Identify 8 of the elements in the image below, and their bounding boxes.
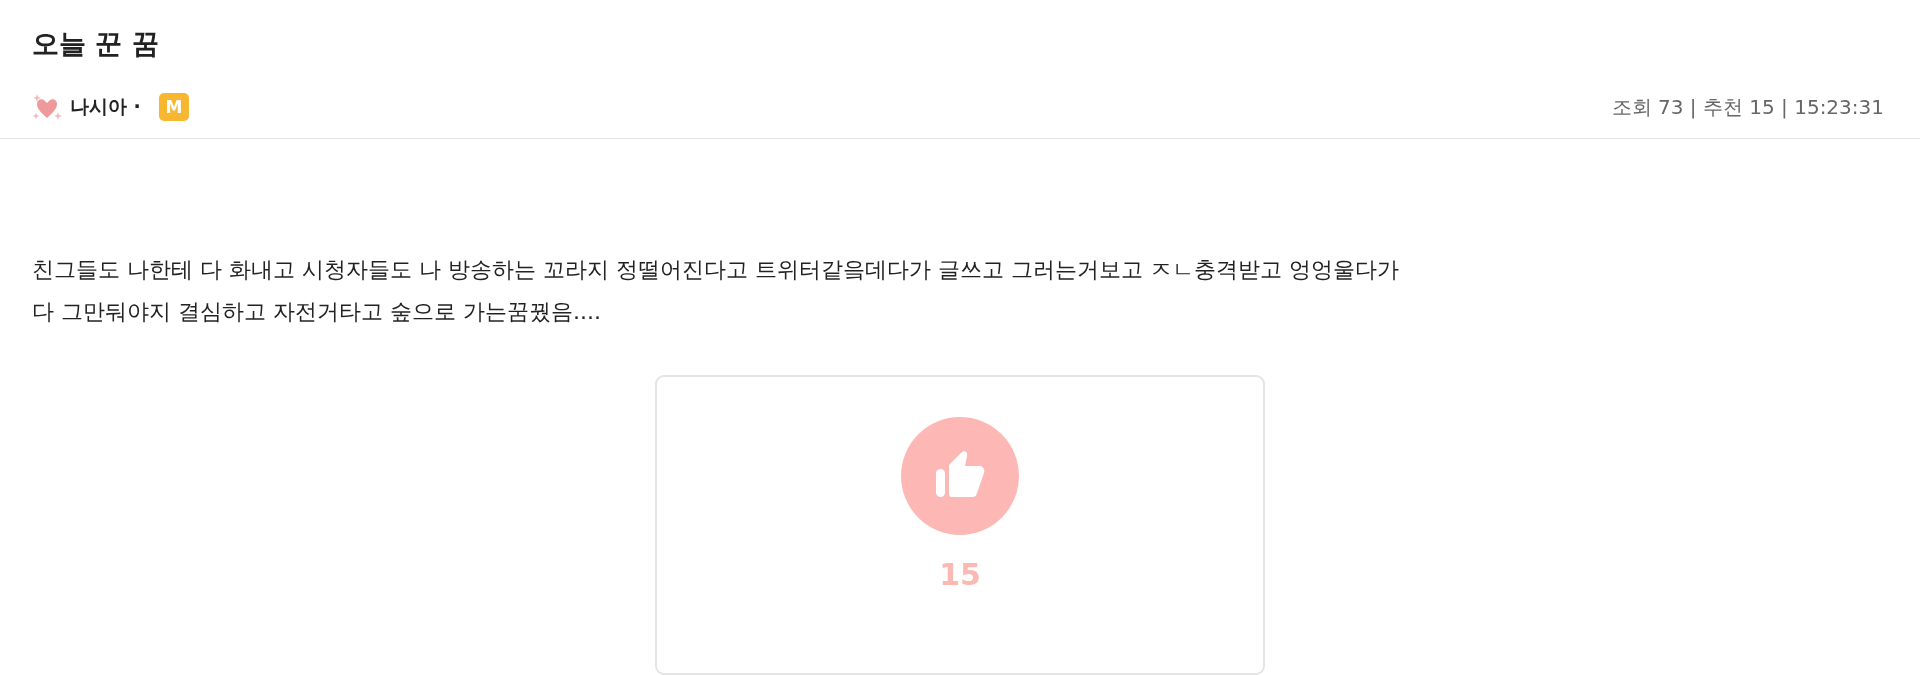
member-badge: M [158, 93, 189, 121]
post-text: 다 그만둬야지 결심하고 자전거타고 숲으로 가는꿈꿨음.... [32, 298, 602, 326]
recommend-count: 15 [939, 557, 981, 592]
heart-icon [32, 92, 62, 122]
author-name[interactable]: 나시아 · [70, 94, 141, 120]
post-title: 오늘 꾼 꿈 [32, 27, 160, 61]
post-meta: 조회 73 | 추천 15 | 15:23:31 [1611, 93, 1884, 121]
post-text: 친그들도 나한테 다 화내고 시청자들도 나 방송하는 꼬라지 정떨어진다고 트위터같읔데다가 글쓰고 그러는거보고 ㅈㄴ충격받고 엉엉울다가 [32, 256, 1400, 284]
